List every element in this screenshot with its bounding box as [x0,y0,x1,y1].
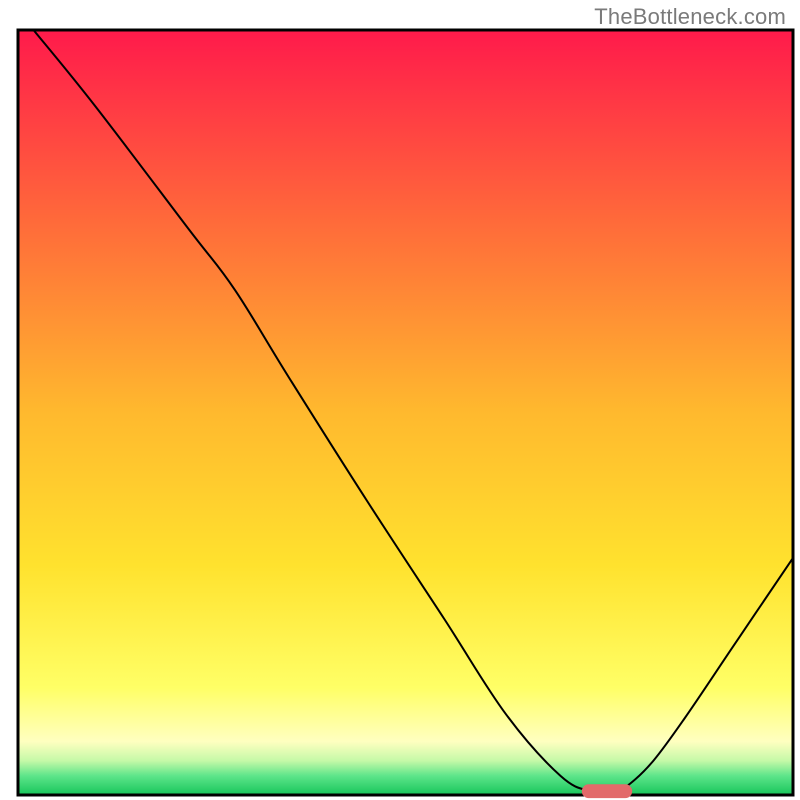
chart-background [18,30,793,795]
watermark-label: TheBottleneck.com [594,4,786,30]
bottleneck-chart [0,0,800,800]
chart-container: TheBottleneck.com [0,0,800,800]
optimum-marker [582,784,632,798]
